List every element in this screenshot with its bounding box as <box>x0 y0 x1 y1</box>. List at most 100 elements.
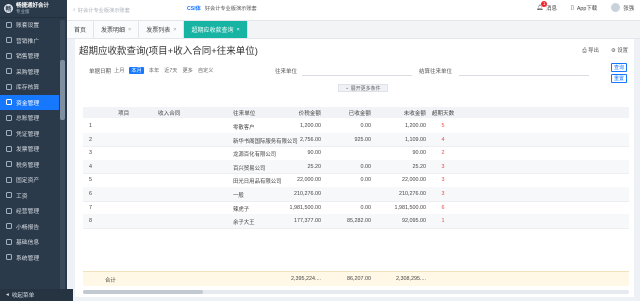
cell-amount: 2,756.00 <box>300 136 321 143</box>
date-quick-option[interactable]: 更多 <box>182 67 192 74</box>
settings-button[interactable]: ⚙ 设置 <box>611 46 628 55</box>
search-box[interactable]: ⌕ 好会计专业版演示账套 <box>73 5 163 15</box>
sidebar-item[interactable]: 营销推广 <box>0 33 59 49</box>
close-icon[interactable]: × <box>173 27 176 33</box>
reset-button[interactable]: 重置 <box>611 74 627 83</box>
cell-no: 3 <box>89 150 92 157</box>
cell-received: 0.00 <box>360 163 372 170</box>
column-header[interactable]: 项目 <box>118 109 148 117</box>
date-quick-option[interactable]: 自定义 <box>198 67 214 74</box>
sidebar-item[interactable]: 小畅报告 <box>0 219 59 235</box>
cell-no: 4 <box>89 163 92 170</box>
collapse-icon: ◂ <box>6 292 9 298</box>
column-header[interactable]: 超期天数 <box>428 109 458 117</box>
page-tabs: 首页 发票明细 × 发票列表 × 超期应收款查询 × <box>67 21 640 39</box>
search-placeholder: 好会计专业版演示账套 <box>77 7 130 14</box>
close-icon[interactable]: × <box>128 27 131 33</box>
table-row[interactable]: 3 龙源百化有限公司 90.00 90.00 2 <box>83 146 629 161</box>
total-amount: 2,395,224.... <box>291 276 321 282</box>
cell-amount: 210,276.00 <box>294 191 321 197</box>
date-quick-option[interactable]: 本年 <box>149 67 159 74</box>
sidebar-item-label: 工资 <box>16 193 28 200</box>
user-menu[interactable]: 张强 <box>611 3 634 12</box>
date-filter-label: 单据日期 <box>89 69 112 75</box>
sidebar-item[interactable]: 固定资产 <box>0 172 59 188</box>
date-quick-option[interactable]: 上月 <box>114 67 124 74</box>
promotion-icon <box>6 37 12 44</box>
column-header[interactable]: 未收金额 <box>376 109 426 117</box>
column-header[interactable]: 已收金额 <box>326 109 371 117</box>
table-row[interactable]: 2 新华书阁国际服务有限公司 2,756.00 925.00 1,109.00 4 <box>83 132 629 148</box>
sidebar-item[interactable]: 总账管理 <box>0 110 59 126</box>
horizontal-scrollbar-thumb[interactable] <box>83 290 203 294</box>
export-label: 导出 <box>588 48 599 54</box>
sidebar-item[interactable]: 凭证管理 <box>0 126 59 142</box>
date-quick-option[interactable]: 本月 <box>129 67 144 74</box>
table-row[interactable]: 8 余子大王 177,377.00 85,282.00 92,095.00 1 <box>83 214 629 229</box>
cell-no: 2 <box>89 136 92 143</box>
tab[interactable]: 超期应收款查询 × <box>184 21 248 38</box>
invoice-icon <box>6 145 12 152</box>
sidebar-item[interactable]: 经营管理 <box>0 203 59 219</box>
sidebar-item-label: 库存核算 <box>16 85 40 92</box>
tab[interactable]: 发票列表 × <box>139 21 185 38</box>
app-download-button[interactable]: ▯ App下载 <box>571 4 597 12</box>
tab[interactable]: 发票明细 × <box>94 21 140 38</box>
sidebar-item-label: 凭证管理 <box>16 131 40 138</box>
sidebar-item[interactable]: 税务管理 <box>0 157 59 173</box>
sidebar-scrollbar-thumb[interactable] <box>60 60 65 120</box>
sidebar-item-label: 固定资产 <box>16 178 40 185</box>
content-card: 超期应收款查询(项目+收入合同+往来单位) ⎙ 导出 ⚙ 设置 单据日期 上月本… <box>75 39 634 297</box>
sidebar-item[interactable]: 工资 <box>0 188 59 204</box>
app-logo[interactable]: 畅 畅捷通好会计 专业版 <box>0 0 67 18</box>
table-row[interactable]: 6 一般 210,276.00 210,276.00 3 <box>83 187 629 202</box>
sidebar-item[interactable]: 账套设置 <box>0 17 59 33</box>
expand-conditions-button[interactable]: ⌄ 展开更多条件 <box>338 84 388 92</box>
table-row[interactable]: 1 零散客户 1,200.00 0.00 1,200.00 5 <box>83 119 629 134</box>
total-received: 86,207.00 <box>347 276 371 282</box>
cell-no: 8 <box>89 218 92 225</box>
query-button[interactable]: 查询 <box>611 63 627 72</box>
sidebar-item-label: 发票管理 <box>16 147 40 154</box>
voucher-icon <box>6 130 12 137</box>
sidebar-item[interactable]: 销售管理 <box>0 48 59 64</box>
banner-brand: CSI体 <box>187 6 201 12</box>
salary-icon <box>6 192 12 199</box>
logo-edition: 专业版 <box>16 8 30 14</box>
sidebar-item[interactable]: 采购管理 <box>0 64 59 80</box>
date-quick-option[interactable]: 近7天 <box>164 67 177 74</box>
collapse-label: 收起菜单 <box>11 293 35 299</box>
export-button[interactable]: ⎙ 导出 <box>582 46 599 55</box>
column-header[interactable]: 价税金额 <box>271 109 321 117</box>
cell-received: 925.00 <box>354 136 372 143</box>
sidebar-item[interactable]: 库存核算 <box>0 79 59 95</box>
cell-amount: 1,981,500.00 <box>289 204 321 211</box>
column-header[interactable]: 收入合同 <box>158 109 198 117</box>
table-row[interactable]: 4 百兴贸易公司 25.20 0.00 25.20 3 <box>83 159 629 175</box>
sidebar-item-label: 账套设置 <box>16 23 40 30</box>
sidebar-nav: 账套设置营销推广 销售管理 采购管理库存核算资金管理 总账管理凭证管理发票管理税务管理… <box>0 17 59 265</box>
sidebar-item[interactable]: 基础信息 <box>0 234 59 250</box>
cell-received: 0.00 <box>360 177 372 184</box>
report-icon <box>6 223 12 230</box>
collapse-menu-button[interactable]: ◂ 收起菜单 <box>0 289 73 301</box>
date-quick-options: 上月 本月 本年 近7天 更多 自定义 <box>114 67 213 74</box>
inventory-icon <box>6 83 12 90</box>
sidebar-item-label: 经营管理 <box>16 209 40 216</box>
sidebar-item[interactable]: 发票管理 <box>0 141 59 157</box>
top-header: ⌕ 好会计专业版演示账套 CSI体 好会计专业版演示账套 🔔︎ 1 消息 ▯ A… <box>67 0 640 21</box>
tab[interactable]: 首页 <box>67 21 95 38</box>
table-row[interactable]: 7 辣虎子 1,981,500.00 0.00 1,981,500.00 6 <box>83 201 629 216</box>
close-icon[interactable]: × <box>237 27 240 33</box>
messages-button[interactable]: 🔔︎ 1 消息 <box>536 0 557 12</box>
settle-filter-input[interactable] <box>459 75 589 76</box>
cell-unreceived: 92,095.00 <box>402 218 426 225</box>
cell-amount: 177,377.00 <box>294 218 321 225</box>
account-banner[interactable]: CSI体 好会计专业版演示账套 <box>187 5 257 12</box>
filter-bar: 单据日期 上月 本月 本年 近7天 更多 自定义 往来单位 结算往来单位 查询 重置 <box>89 63 629 83</box>
table-row[interactable]: 5 田光日用品有限公司 22,000.00 0.00 22,000.00 3 <box>83 173 629 188</box>
sidebar-item[interactable]: 资金管理 <box>0 94 59 110</box>
sidebar-item[interactable]: 系统管理 <box>0 250 59 266</box>
cell-amount: 90.00 <box>307 150 322 157</box>
partner-filter-input[interactable] <box>302 75 412 76</box>
